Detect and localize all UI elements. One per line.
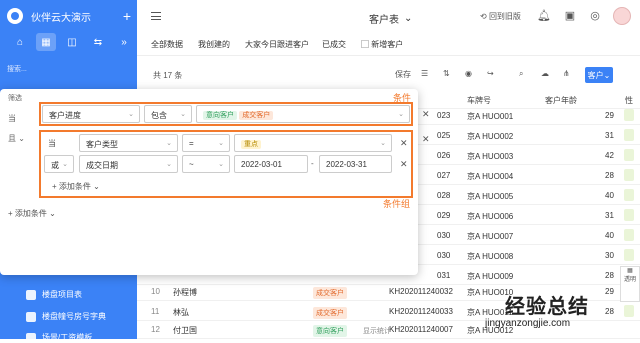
filter-panel: 筛选 当 且 ⌄ 客户进度 ⌄ 包含 ⌄ 意向客户 成交客户 ⌄ ✕ 条件 当 客户… [0,89,430,275]
watermark-url: jingyanzongjie.com [485,318,571,329]
bell-icon[interactable]: 🔔︎ [537,9,551,23]
layers-icon[interactable]: ◫ [62,33,82,51]
top-header: 客户表 ⌄ ⟲ 回到旧版 🔔︎ ▣ ◎ [137,0,640,34]
table-icon [26,332,36,343]
annotation-condition-group: 条件组 [383,199,411,209]
group-op-select-2[interactable]: ~ ⌄ [182,155,230,173]
status-badge: 成交客户 [313,287,347,299]
filter-icon[interactable]: ☰ [421,69,428,78]
inbox-icon[interactable]: ▣ [563,9,577,23]
sidebar-item-projects[interactable]: 楼盘项目表 [26,289,82,300]
annotation-condition: 条件 [393,93,412,103]
tab-today-follow[interactable]: 大家今日跟进客户 [245,39,309,50]
expand-icon[interactable]: » [114,33,134,51]
add-icon[interactable]: + [123,8,131,24]
remove-group-row-icon[interactable]: ✕ [400,159,408,170]
customer-button[interactable]: 客户 ⌄ [585,67,613,83]
view-tabs: 全部数据 我创建的 大家今日跟进客户 已成交 ▢ 新增客户 [137,34,640,56]
remove-group-icon[interactable]: ✕ [422,134,430,145]
search-icon[interactable]: ⌕ [519,69,523,79]
home-icon[interactable]: ⌂ [10,33,30,51]
group-value-select-1[interactable]: 重点 ⌄ [234,134,392,152]
group-field-select-2[interactable]: 成交日期 ⌄ [79,155,178,173]
table-icon [26,311,36,322]
condition-value-select[interactable]: 意向客户 成交客户 ⌄ [196,105,410,123]
sidebar-item-rooms[interactable]: 楼盘幢号房号字典 [26,311,106,322]
sort-icon[interactable]: ⇅ [443,69,450,78]
group-when-label: 当 [48,139,56,148]
filter-label: 筛选 [8,95,22,102]
date-from-input[interactable]: 2022-03-01 [234,155,308,173]
status-badge: 成交客户 [313,307,347,319]
share-icon[interactable]: ↪ [487,69,494,78]
network-icon[interactable]: ⋔ [563,69,570,78]
float-panel[interactable]: ▦ 透明 [620,266,640,302]
condition-field-select[interactable]: 客户进度 ⌄ [42,105,140,123]
eye-icon[interactable]: ◉ [465,69,472,78]
when-label: 当 [8,114,16,123]
group-op-select-1[interactable]: = ⌄ [182,134,230,152]
chevron-down-icon: ⌄ [404,13,413,24]
sidebar-icon-bar: ⌂ ▦ ◫ ⇆ » [0,32,137,52]
cloud-icon[interactable]: ☁ [541,69,549,78]
condition-op-select[interactable]: 包含 ⌄ [144,105,192,123]
add-condition-button[interactable]: + 添加条件 ⌄ [8,208,56,219]
compass-icon[interactable]: ◎ [588,9,602,23]
save-button[interactable]: 保存 [395,69,411,80]
app-logo [7,8,23,24]
and-selector[interactable]: 且 ⌄ [8,133,25,144]
toolbar: 共 17 条 保存 ☰ ⇅ ◉ ↪ ⌕ ☁ ⋔ 客户 ⌄ [137,62,640,84]
table-icon [26,289,36,300]
sidebar-item-templates[interactable]: 场景/工资模板 [26,332,92,343]
or-select[interactable]: 或 ⌄ [44,155,74,173]
date-range-dash: - [311,159,314,168]
tab-closed[interactable]: 已成交 [322,39,346,50]
date-to-input[interactable]: 2022-03-31 [319,155,392,173]
menu-icon[interactable] [151,12,161,20]
grid-icon[interactable]: ▦ [36,33,56,51]
tab-all[interactable]: 全部数据 [151,39,183,50]
swap-icon[interactable]: ⇆ [88,33,108,51]
app-name: 伙伴云大演示 [31,12,91,24]
page-title[interactable]: 客户表 ⌄ [369,11,412,26]
group-field-select-1[interactable]: 客户类型 ⌄ [79,134,178,152]
go-back-old-version[interactable]: ⟲ 回到旧版 [480,11,521,22]
remove-condition-icon[interactable]: ✕ [422,109,430,120]
watermark-title: 经验总结 [505,296,589,318]
avatar[interactable] [613,7,631,25]
record-count: 共 17 条 [153,71,183,80]
group-add-condition-button[interactable]: + 添加条件 ⌄ [52,181,100,192]
tab-mine[interactable]: 我创建的 [198,39,230,50]
remove-group-row-icon[interactable]: ✕ [400,138,408,149]
sidebar-search[interactable]: 搜索... [7,64,27,74]
tab-new[interactable]: ▢ 新增客户 [361,39,403,50]
brand: 伙伴云大演示 + [7,8,131,24]
